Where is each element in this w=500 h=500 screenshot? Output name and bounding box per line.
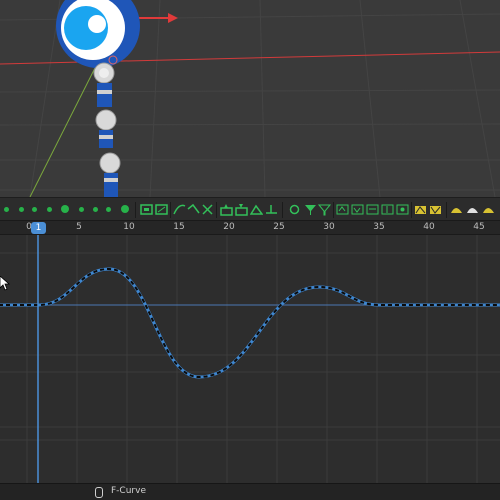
- f-curve-line: [0, 267, 500, 379]
- toolbar-divider: [411, 202, 412, 218]
- ruler-tick-label: 35: [373, 222, 385, 232]
- interpolation-icon[interactable]: [173, 203, 186, 216]
- keyframe-dot-icon[interactable]: [47, 207, 52, 212]
- paste-keys-icon[interactable]: [250, 203, 263, 216]
- status-bar: F-Curve: [0, 483, 500, 500]
- filter-icon[interactable]: [318, 203, 331, 216]
- clear-keys-icon[interactable]: [201, 203, 214, 216]
- keyframe-dot-icon[interactable]: [121, 205, 129, 213]
- copy-keys-icon[interactable]: [220, 203, 233, 216]
- ruler-tick-label: 45: [473, 222, 485, 232]
- keyframe-dot-icon[interactable]: [61, 205, 69, 213]
- graph-canvas[interactable]: [0, 235, 500, 483]
- filter-icon[interactable]: [304, 203, 317, 216]
- keyframe-dot-icon[interactable]: [106, 207, 111, 212]
- key-type-icon[interactable]: [366, 203, 379, 216]
- toolbar-divider: [170, 202, 171, 218]
- keyframe-dot-icon[interactable]: [32, 207, 37, 212]
- ease-icon[interactable]: [429, 203, 442, 216]
- keyframe-dot-icon[interactable]: [93, 207, 98, 212]
- ease-icon[interactable]: [414, 203, 427, 216]
- toolbar-divider: [216, 202, 217, 218]
- ease-icon[interactable]: [482, 203, 495, 216]
- keyframe-dot-icon[interactable]: [4, 207, 9, 212]
- ruler-tick-label: 30: [323, 222, 335, 232]
- key-type-icon[interactable]: [381, 203, 394, 216]
- keyframe-dot-icon[interactable]: [19, 207, 24, 212]
- current-frame-indicator[interactable]: 1: [31, 222, 46, 234]
- viewport-canvas[interactable]: [0, 0, 500, 197]
- frame-ruler[interactable]: 0 5 10 15 20 25 30 35 40 45: [0, 221, 500, 235]
- ruler-tick-label: 15: [173, 222, 185, 232]
- keyframe-toolbar: [0, 197, 500, 221]
- mouse-button-icon: [95, 487, 103, 498]
- keyframe-dot-icon[interactable]: [79, 207, 84, 212]
- toolbar-divider: [135, 202, 136, 218]
- keyframe-insert-icon[interactable]: [155, 203, 168, 216]
- snap-icon[interactable]: [288, 203, 301, 216]
- toolbar-divider: [446, 202, 447, 218]
- ruler-tick-label: 25: [273, 222, 285, 232]
- ruler-tick-label: 10: [123, 222, 135, 232]
- key-type-icon[interactable]: [351, 203, 364, 216]
- ruler-tick-label: 5: [76, 222, 82, 232]
- toolbar-divider: [333, 202, 334, 218]
- paste-keys-icon[interactable]: [265, 203, 278, 216]
- key-type-icon[interactable]: [336, 203, 349, 216]
- toolbar-divider: [282, 202, 283, 218]
- 3d-viewport[interactable]: [0, 0, 500, 197]
- ruler-tick-label: 40: [423, 222, 435, 232]
- interpolation-icon[interactable]: [187, 203, 200, 216]
- ease-icon[interactable]: [466, 203, 479, 216]
- ruler-tick-label: 20: [223, 222, 235, 232]
- mouse-pointer-icon: [0, 276, 10, 291]
- copy-keys-icon[interactable]: [235, 203, 248, 216]
- keyframe-insert-icon[interactable]: [140, 203, 153, 216]
- status-mode-label: F-Curve: [111, 486, 146, 496]
- graph-editor[interactable]: [0, 235, 500, 483]
- key-type-icon[interactable]: [396, 203, 409, 216]
- ease-icon[interactable]: [450, 203, 463, 216]
